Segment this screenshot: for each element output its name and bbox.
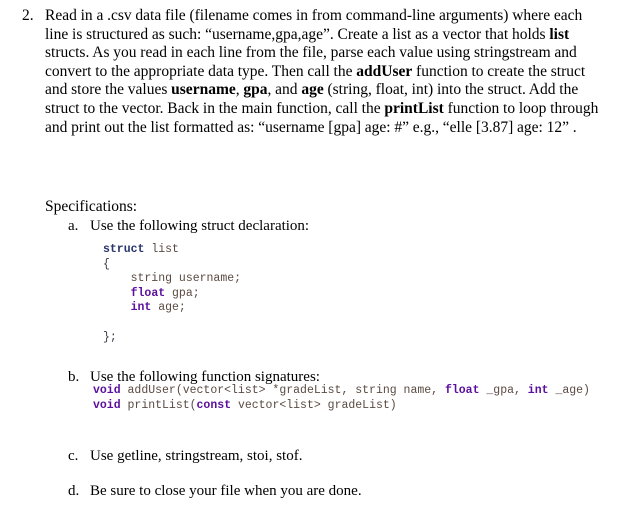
code-keyword: float [130, 286, 166, 300]
emphasis-term: list [549, 25, 570, 43]
emphasis-term: username [171, 81, 236, 99]
code-token: { [103, 257, 110, 271]
code-keyword: struct [103, 243, 145, 256]
sub-item-marker-d: d. [68, 483, 80, 499]
numbered-list-item: 2. Read in a .csv data file (filename co… [22, 7, 602, 137]
code-keyword: void [93, 398, 121, 412]
code-keyword: const [196, 398, 232, 412]
code-token: vector<list> gradeList) [231, 398, 397, 412]
code-line: struct list [103, 243, 241, 258]
sub-item-text-d: Be sure to close your file when you are … [90, 483, 362, 499]
code-line: { [103, 258, 241, 273]
specifications-heading: Specifications: [45, 198, 138, 215]
code-line: }; [103, 331, 241, 346]
list-item-text: Read in a .csv data file (filename comes… [45, 7, 602, 137]
body-text-run: Read in a .csv data file (filename comes… [45, 7, 583, 43]
sub-item-text-c: Use getline, stringstream, stoi, stof. [90, 448, 303, 464]
sub-list-item-c: c. Use getline, stringstream, stoi, stof… [68, 447, 613, 465]
code-line: float gpa; [103, 287, 241, 302]
code-token: printList( [120, 398, 197, 412]
code-token: _gpa, [479, 384, 528, 397]
sub-item-marker-c: c. [68, 448, 79, 464]
code-token: string username; [103, 272, 242, 286]
list-item-marker: 2. [22, 7, 34, 24]
code-keyword: int [130, 301, 152, 315]
sub-item-text-a: Use the following struct declaration: [90, 218, 310, 234]
code-block-function-signatures: void addUser(vector<list> *gradeList, st… [93, 384, 593, 413]
code-keyword: void [93, 384, 121, 397]
body-text-run: , and [267, 81, 302, 99]
code-block-struct-declaration: struct list{ string username; float gpa;… [103, 243, 241, 345]
document-page: 2. Read in a .csv data file (filename co… [0, 0, 623, 518]
sub-item-marker-a: a. [68, 218, 79, 234]
code-token: addUser(vector<list> *gradeList, string … [120, 384, 445, 397]
code-token: age; [151, 301, 186, 315]
sub-item-marker-b: b. [68, 369, 80, 385]
sub-list-item-a: a. Use the following struct declaration: [68, 217, 613, 235]
code-line: void addUser(vector<list> *gradeList, st… [93, 384, 593, 399]
emphasis-term: addUser [356, 62, 413, 80]
code-line: void printList(const vector<list> gradeL… [93, 399, 593, 414]
emphasis-term: printList [384, 99, 444, 117]
code-token: list [144, 243, 179, 256]
emphasis-term: age [301, 81, 324, 99]
code-keyword: int [527, 384, 549, 397]
code-token: _age) [548, 384, 590, 397]
emphasis-term: gpa [243, 81, 268, 99]
sub-list-item-d: d. Be sure to close your file when you a… [68, 482, 613, 500]
code-keyword: float [444, 384, 480, 397]
code-line: string username; [103, 272, 241, 287]
code-line: int age; [103, 301, 241, 316]
code-token: }; [103, 330, 117, 344]
code-token: gpa; [165, 286, 200, 300]
